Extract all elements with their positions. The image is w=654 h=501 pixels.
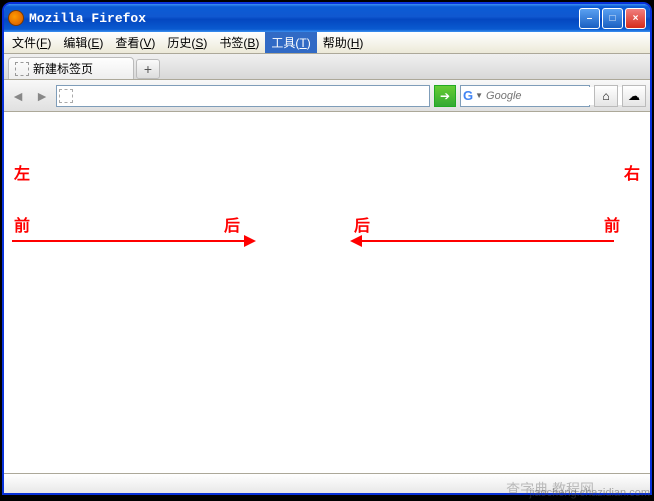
browser-window: Mozilla Firefox – □ × 文件(F)编辑(E)查看(V)历史(… [3, 3, 651, 494]
tab-newpage[interactable]: 新建标签页 [8, 57, 134, 79]
arrow-left-head-icon [244, 235, 256, 247]
search-engine-dropdown-icon[interactable]: ▼ [475, 91, 483, 100]
search-bar[interactable]: G ▼ [460, 85, 590, 107]
tabstrip: 新建标签页 + [4, 54, 650, 80]
menubar: 文件(F)编辑(E)查看(V)历史(S)书签(B)工具(T)帮助(H) [4, 32, 650, 54]
page-icon [15, 62, 29, 76]
back-button[interactable]: ◄ [8, 86, 28, 106]
home-button[interactable]: ⌂ [594, 85, 618, 107]
forward-button[interactable]: ► [32, 86, 52, 106]
menu-item-s[interactable]: 历史(S) [161, 32, 213, 53]
close-button[interactable]: × [625, 8, 646, 29]
label-right: 右 [624, 160, 640, 184]
titlebar[interactable]: Mozilla Firefox – □ × [4, 4, 650, 32]
label-before-right: 前 [604, 212, 620, 236]
toolbar: ◄ ► ➔ G ▼ ⌂ ☁ [4, 80, 650, 112]
google-icon: G [463, 88, 473, 103]
site-icon [59, 89, 73, 103]
label-after-right: 后 [354, 212, 370, 236]
arrow-right-head-icon [350, 235, 362, 247]
menu-item-e[interactable]: 编辑(E) [57, 32, 109, 53]
statusbar [4, 473, 650, 493]
minimize-button[interactable]: – [579, 8, 600, 29]
new-tab-button[interactable]: + [136, 59, 160, 79]
addons-button[interactable]: ☁ [622, 85, 646, 107]
maximize-button[interactable]: □ [602, 8, 623, 29]
arrow-right-line [362, 240, 614, 242]
menu-item-h[interactable]: 帮助(H) [317, 32, 370, 53]
menu-item-f[interactable]: 文件(F) [6, 32, 57, 53]
menu-item-b[interactable]: 书签(B) [213, 32, 265, 53]
window-title: Mozilla Firefox [29, 11, 579, 26]
label-left: 左 [14, 160, 30, 184]
menu-item-t[interactable]: 工具(T) [265, 32, 316, 53]
go-button[interactable]: ➔ [434, 85, 456, 107]
content-area: 左 右 前 后 后 前 [4, 112, 650, 473]
label-before-left: 前 [14, 212, 30, 236]
tab-title: 新建标签页 [33, 60, 93, 77]
label-after-left: 后 [224, 212, 240, 236]
arrow-left-line [12, 240, 244, 242]
firefox-icon [8, 10, 24, 26]
url-bar[interactable] [56, 85, 430, 107]
url-input[interactable] [77, 87, 427, 105]
menu-item-v[interactable]: 查看(V) [109, 32, 161, 53]
